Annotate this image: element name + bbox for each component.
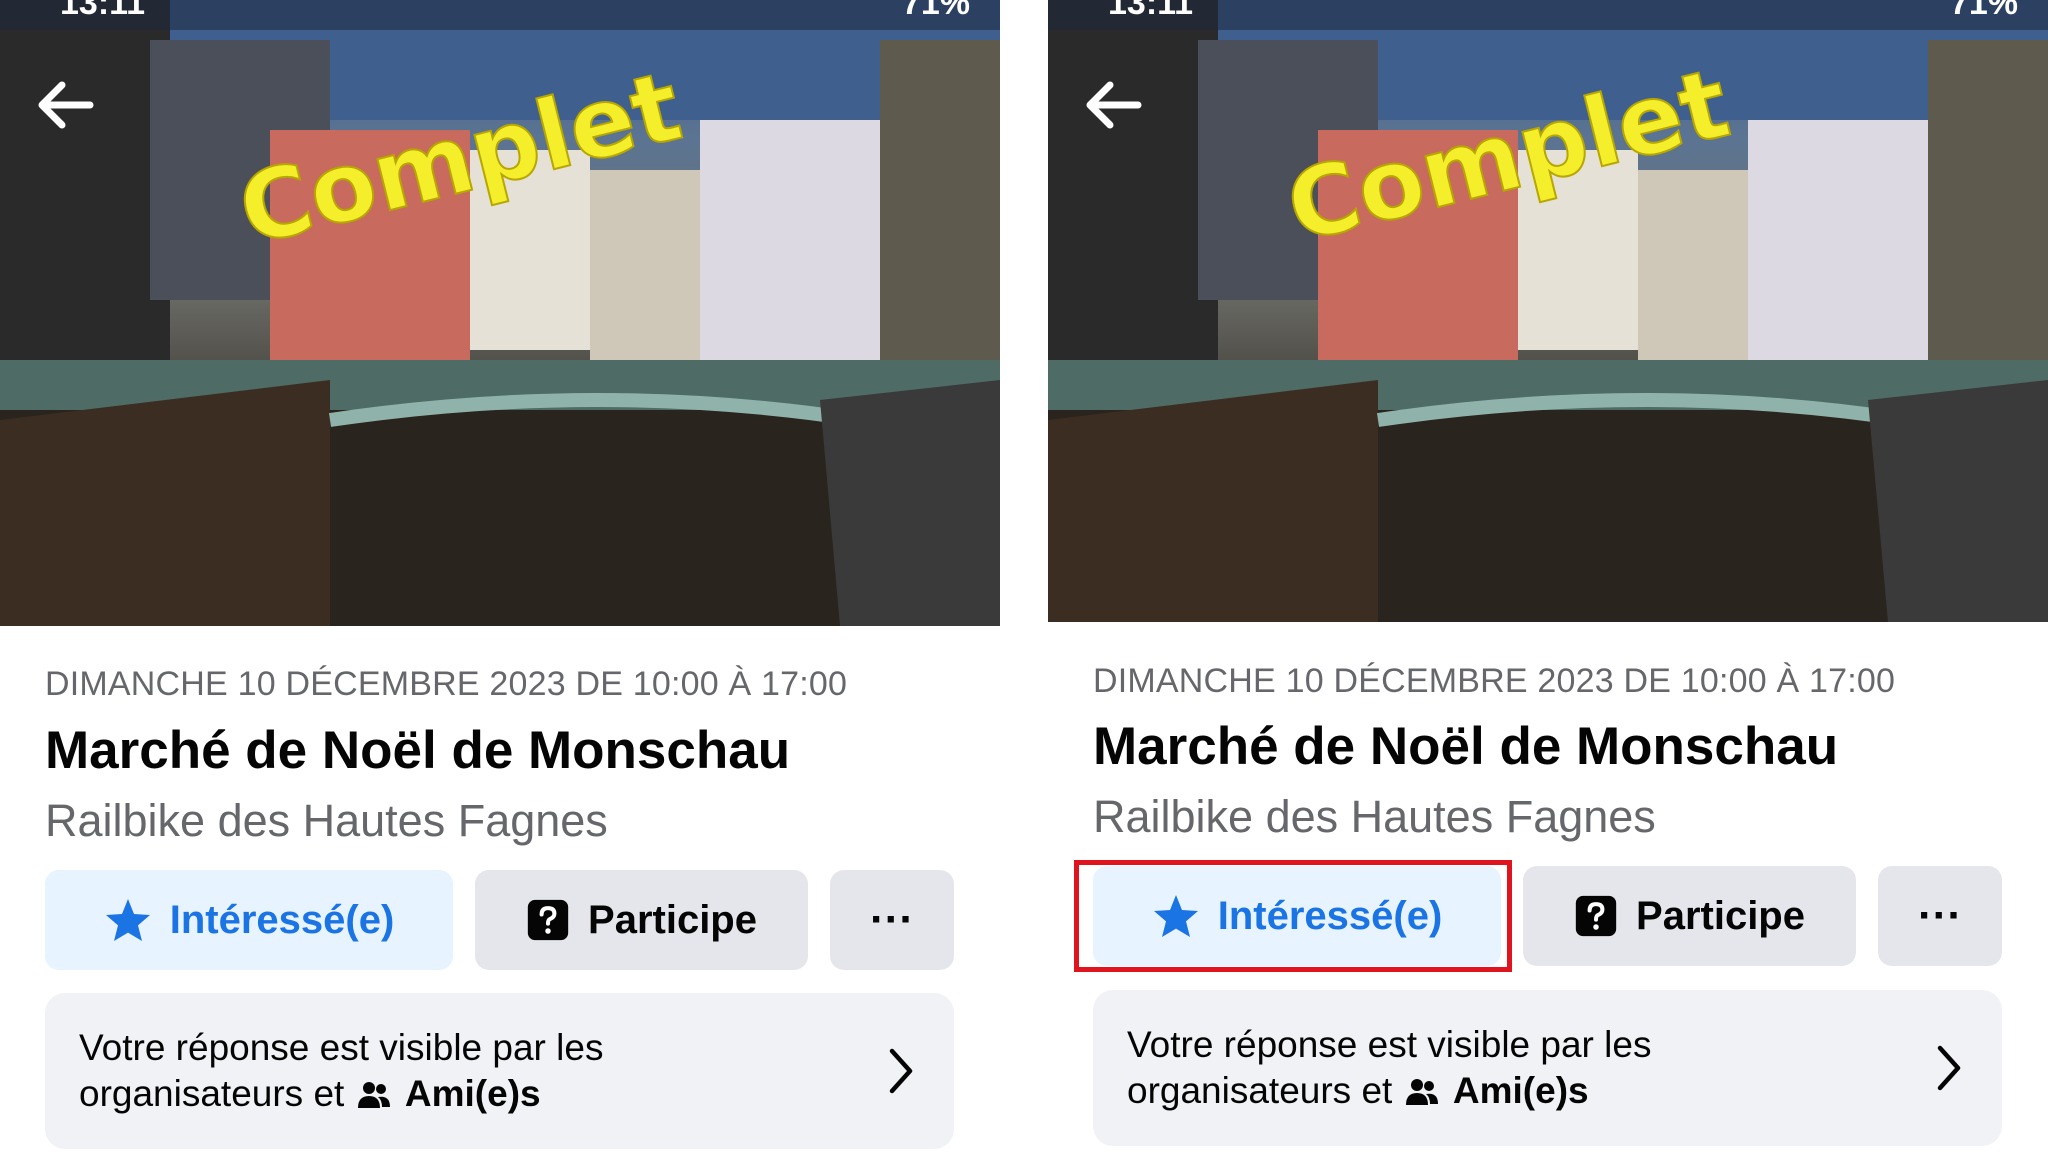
status-bar: 13:11 71% [1048, 0, 2048, 30]
back-arrow-icon[interactable] [1078, 70, 1148, 140]
going-label: Participe [1636, 893, 1805, 938]
visibility-line-2: organisateurs et [1127, 1070, 1393, 1111]
question-icon [526, 898, 570, 942]
chevron-right-icon [1932, 1042, 1966, 1094]
event-title: Marché de Noël de Monschau [45, 721, 791, 780]
event-organizer[interactable]: Railbike des Hautes Fagnes [1093, 791, 1656, 843]
interested-label: Intéressé(e) [169, 897, 395, 942]
event-organizer[interactable]: Railbike des Hautes Fagnes [45, 795, 608, 847]
screenshot-after: Complet 13:11 71% DIMANCHE 10 DÉCEMBRE 2… [1048, 0, 2048, 1152]
status-time: 13:11 [60, 0, 146, 22]
status-time: 13:11 [1108, 0, 1194, 22]
visibility-line-1: Votre réponse est visible par les [1127, 1024, 1652, 1065]
friends-icon [1405, 1072, 1439, 1118]
status-bar: 13:11 71% [0, 0, 1000, 30]
more-button[interactable]: ··· [830, 870, 954, 970]
event-cover-photo: Complet 13:11 71% [0, 0, 1000, 626]
star-icon [1152, 893, 1200, 939]
status-battery: 71% [1949, 0, 2018, 22]
response-visibility-card[interactable]: Votre réponse est visible par les organi… [45, 993, 954, 1149]
friends-icon [357, 1075, 391, 1121]
more-icon: ··· [870, 895, 914, 944]
status-battery: 71% [901, 0, 970, 22]
interested-button[interactable]: Intéressé(e) [1093, 866, 1501, 966]
question-icon [1574, 894, 1618, 938]
going-label: Participe [588, 897, 757, 942]
interested-label: Intéressé(e) [1217, 893, 1443, 938]
event-datetime: DIMANCHE 10 DÉCEMBRE 2023 DE 10:00 À 17:… [1093, 662, 1896, 700]
back-arrow-icon[interactable] [30, 70, 100, 140]
more-button[interactable]: ··· [1878, 866, 2002, 966]
interested-button[interactable]: Intéressé(e) [45, 870, 453, 970]
going-button[interactable]: Participe [475, 870, 808, 970]
event-datetime: DIMANCHE 10 DÉCEMBRE 2023 DE 10:00 À 17:… [45, 665, 848, 703]
star-icon [104, 897, 152, 943]
screenshot-before: Complet 13:11 71% DIMANCHE 10 DÉCEMBRE 2… [0, 0, 1000, 1152]
event-title: Marché de Noël de Monschau [1093, 717, 1839, 776]
visibility-audience: Ami(e)s [404, 1073, 541, 1114]
response-visibility-card[interactable]: Votre réponse est visible par les organi… [1093, 990, 2002, 1146]
visibility-line-1: Votre réponse est visible par les [79, 1027, 604, 1068]
visibility-line-2: organisateurs et [79, 1073, 345, 1114]
chevron-right-icon [884, 1045, 918, 1097]
more-icon: ··· [1918, 891, 1962, 940]
going-button[interactable]: Participe [1523, 866, 1856, 966]
event-cover-photo: Complet 13:11 71% [1048, 0, 2048, 622]
visibility-audience: Ami(e)s [1452, 1070, 1589, 1111]
